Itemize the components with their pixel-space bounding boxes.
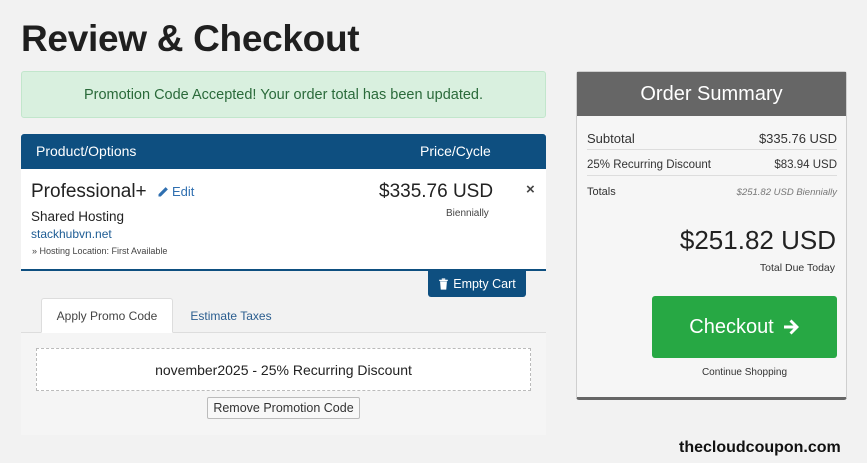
product-group: Shared Hosting bbox=[31, 209, 125, 224]
subtotal-value: $335.76 USD bbox=[758, 131, 837, 146]
subtotal-row: Subtotal $335.76 USD bbox=[587, 128, 837, 150]
product-config-option: » Hosting Location: First Available bbox=[32, 246, 168, 256]
continue-shopping-link[interactable]: Continue Shopping bbox=[652, 367, 837, 378]
product-name: Professional+ bbox=[31, 181, 147, 202]
checkout-button[interactable]: Checkout bbox=[652, 296, 837, 358]
edit-product-link[interactable]: Edit bbox=[157, 184, 194, 199]
empty-cart-label: Empty Cart bbox=[453, 277, 516, 291]
trash-icon bbox=[439, 278, 449, 290]
promo-success-alert: Promotion Code Accepted! Your order tota… bbox=[21, 71, 546, 118]
discount-row: 25% Recurring Discount $83.94 USD bbox=[587, 154, 837, 176]
subtotal-label: Subtotal bbox=[587, 131, 635, 146]
edit-label: Edit bbox=[172, 184, 195, 199]
remove-item-close-icon[interactable]: × bbox=[526, 181, 535, 198]
watermark-text: thecloudcoupon.com bbox=[679, 439, 841, 456]
product-domain: stackhubvn.net bbox=[31, 227, 112, 241]
item-cycle: Biennially bbox=[446, 208, 489, 219]
total-due-label: Total Due Today bbox=[759, 262, 835, 274]
totals-value: $251.82 USD Biennially bbox=[736, 186, 837, 198]
arrow-right-icon bbox=[783, 319, 799, 335]
order-summary-panel: Order Summary Subtotal $335.76 USD 25% R… bbox=[576, 71, 847, 400]
total-due-amount: $251.82 USD bbox=[679, 225, 836, 255]
item-price: $335.76 USD bbox=[379, 181, 494, 202]
order-summary-title: Order Summary bbox=[577, 72, 846, 116]
applied-promo-code: november2025 - 25% Recurring Discount bbox=[36, 348, 531, 391]
remove-promotion-code-button[interactable]: Remove Promotion Code bbox=[207, 397, 360, 419]
discount-label: 25% Recurring Discount bbox=[587, 158, 712, 171]
totals-label: Totals bbox=[587, 186, 616, 198]
tab-estimate-taxes[interactable]: Estimate Taxes bbox=[179, 298, 283, 333]
product-options-header: Product/Options bbox=[36, 143, 137, 159]
checkout-tabs: Apply Promo Code Estimate Taxes bbox=[21, 298, 546, 333]
checkout-label: Checkout bbox=[689, 315, 774, 338]
discount-value: $83.94 USD bbox=[774, 158, 837, 171]
cart-header: Product/Options Price/Cycle bbox=[21, 134, 546, 169]
alert-text: Promotion Code Accepted! Your order tota… bbox=[83, 86, 484, 103]
cart-table: Product/Options Price/Cycle Professional… bbox=[21, 134, 546, 271]
tab-apply-promo-code[interactable]: Apply Promo Code bbox=[41, 298, 173, 333]
empty-cart-button[interactable]: Empty Cart bbox=[428, 271, 526, 297]
totals-row: Totals $251.82 USD Biennially bbox=[587, 182, 837, 202]
price-cycle-header: Price/Cycle bbox=[420, 143, 491, 159]
pencil-icon bbox=[158, 186, 168, 196]
promo-panel: november2025 - 25% Recurring Discount Re… bbox=[21, 333, 546, 435]
page-title: Review & Checkout bbox=[21, 18, 360, 59]
